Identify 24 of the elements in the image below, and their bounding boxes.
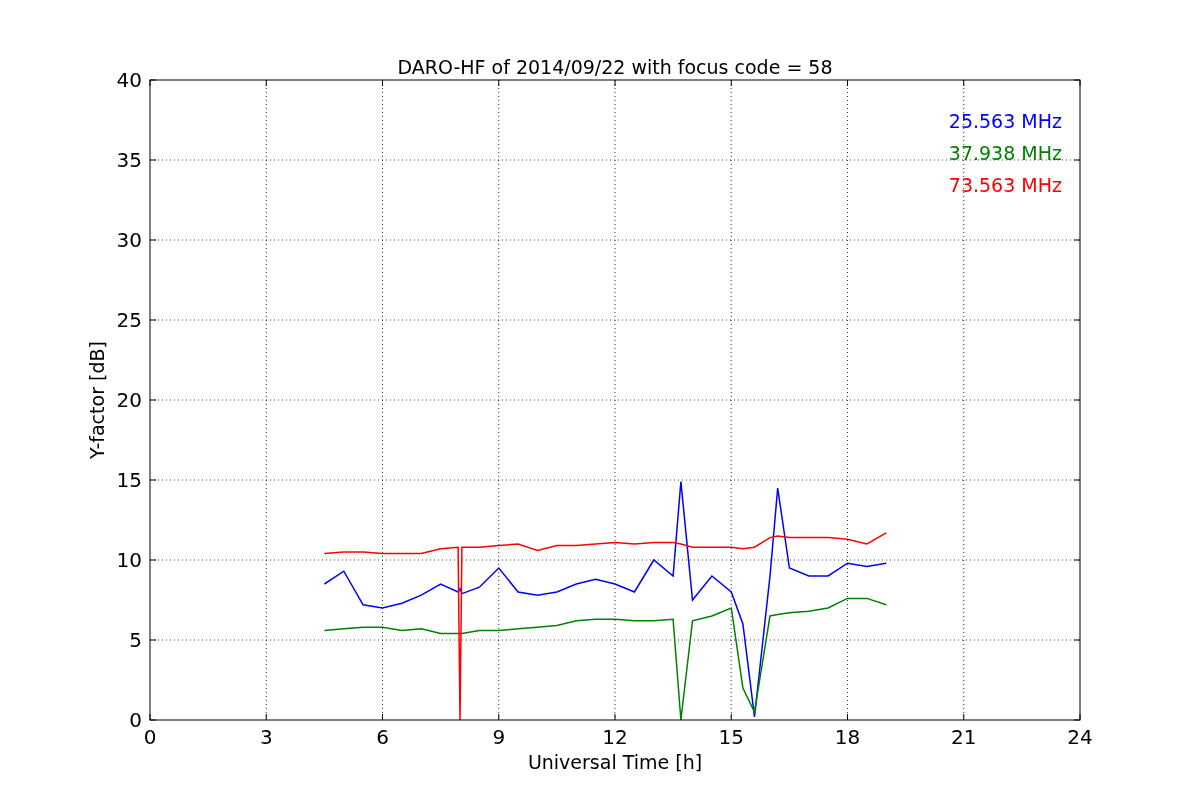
x-tick-label: 18 <box>834 725 861 749</box>
y-tick-label: 40 <box>116 68 142 92</box>
y-axis-label: Y-factor [dB] <box>86 341 108 459</box>
x-tick-label: 24 <box>1067 725 1093 749</box>
x-tick-label: 6 <box>376 725 389 749</box>
legend-entry: 25.563 MHz <box>948 110 1062 132</box>
y-tick-label: 10 <box>116 548 142 572</box>
y-tick-label: 30 <box>116 228 142 252</box>
legend-entry: 73.563 MHz <box>948 174 1062 196</box>
y-tick-label: 15 <box>116 468 142 492</box>
y-tick-label: 20 <box>116 388 142 412</box>
legend-entry: 37.938 MHz <box>948 142 1062 164</box>
x-tick-label: 12 <box>602 725 628 749</box>
x-tick-label: 21 <box>951 725 977 749</box>
x-tick-label: 9 <box>492 725 506 749</box>
x-tick-label: 0 <box>143 725 157 749</box>
chart-title: DARO-HF of 2014/09/22 with focus code = 58 <box>397 56 833 78</box>
x-tick-label: 3 <box>259 725 273 749</box>
y-tick-label: 25 <box>116 308 142 332</box>
y-tick-label: 0 <box>129 708 142 732</box>
x-tick-label: 15 <box>718 725 744 749</box>
x-axis-label: Universal Time [h] <box>527 751 703 773</box>
y-tick-label: 35 <box>116 148 142 172</box>
y-tick-label: 5 <box>129 628 142 652</box>
